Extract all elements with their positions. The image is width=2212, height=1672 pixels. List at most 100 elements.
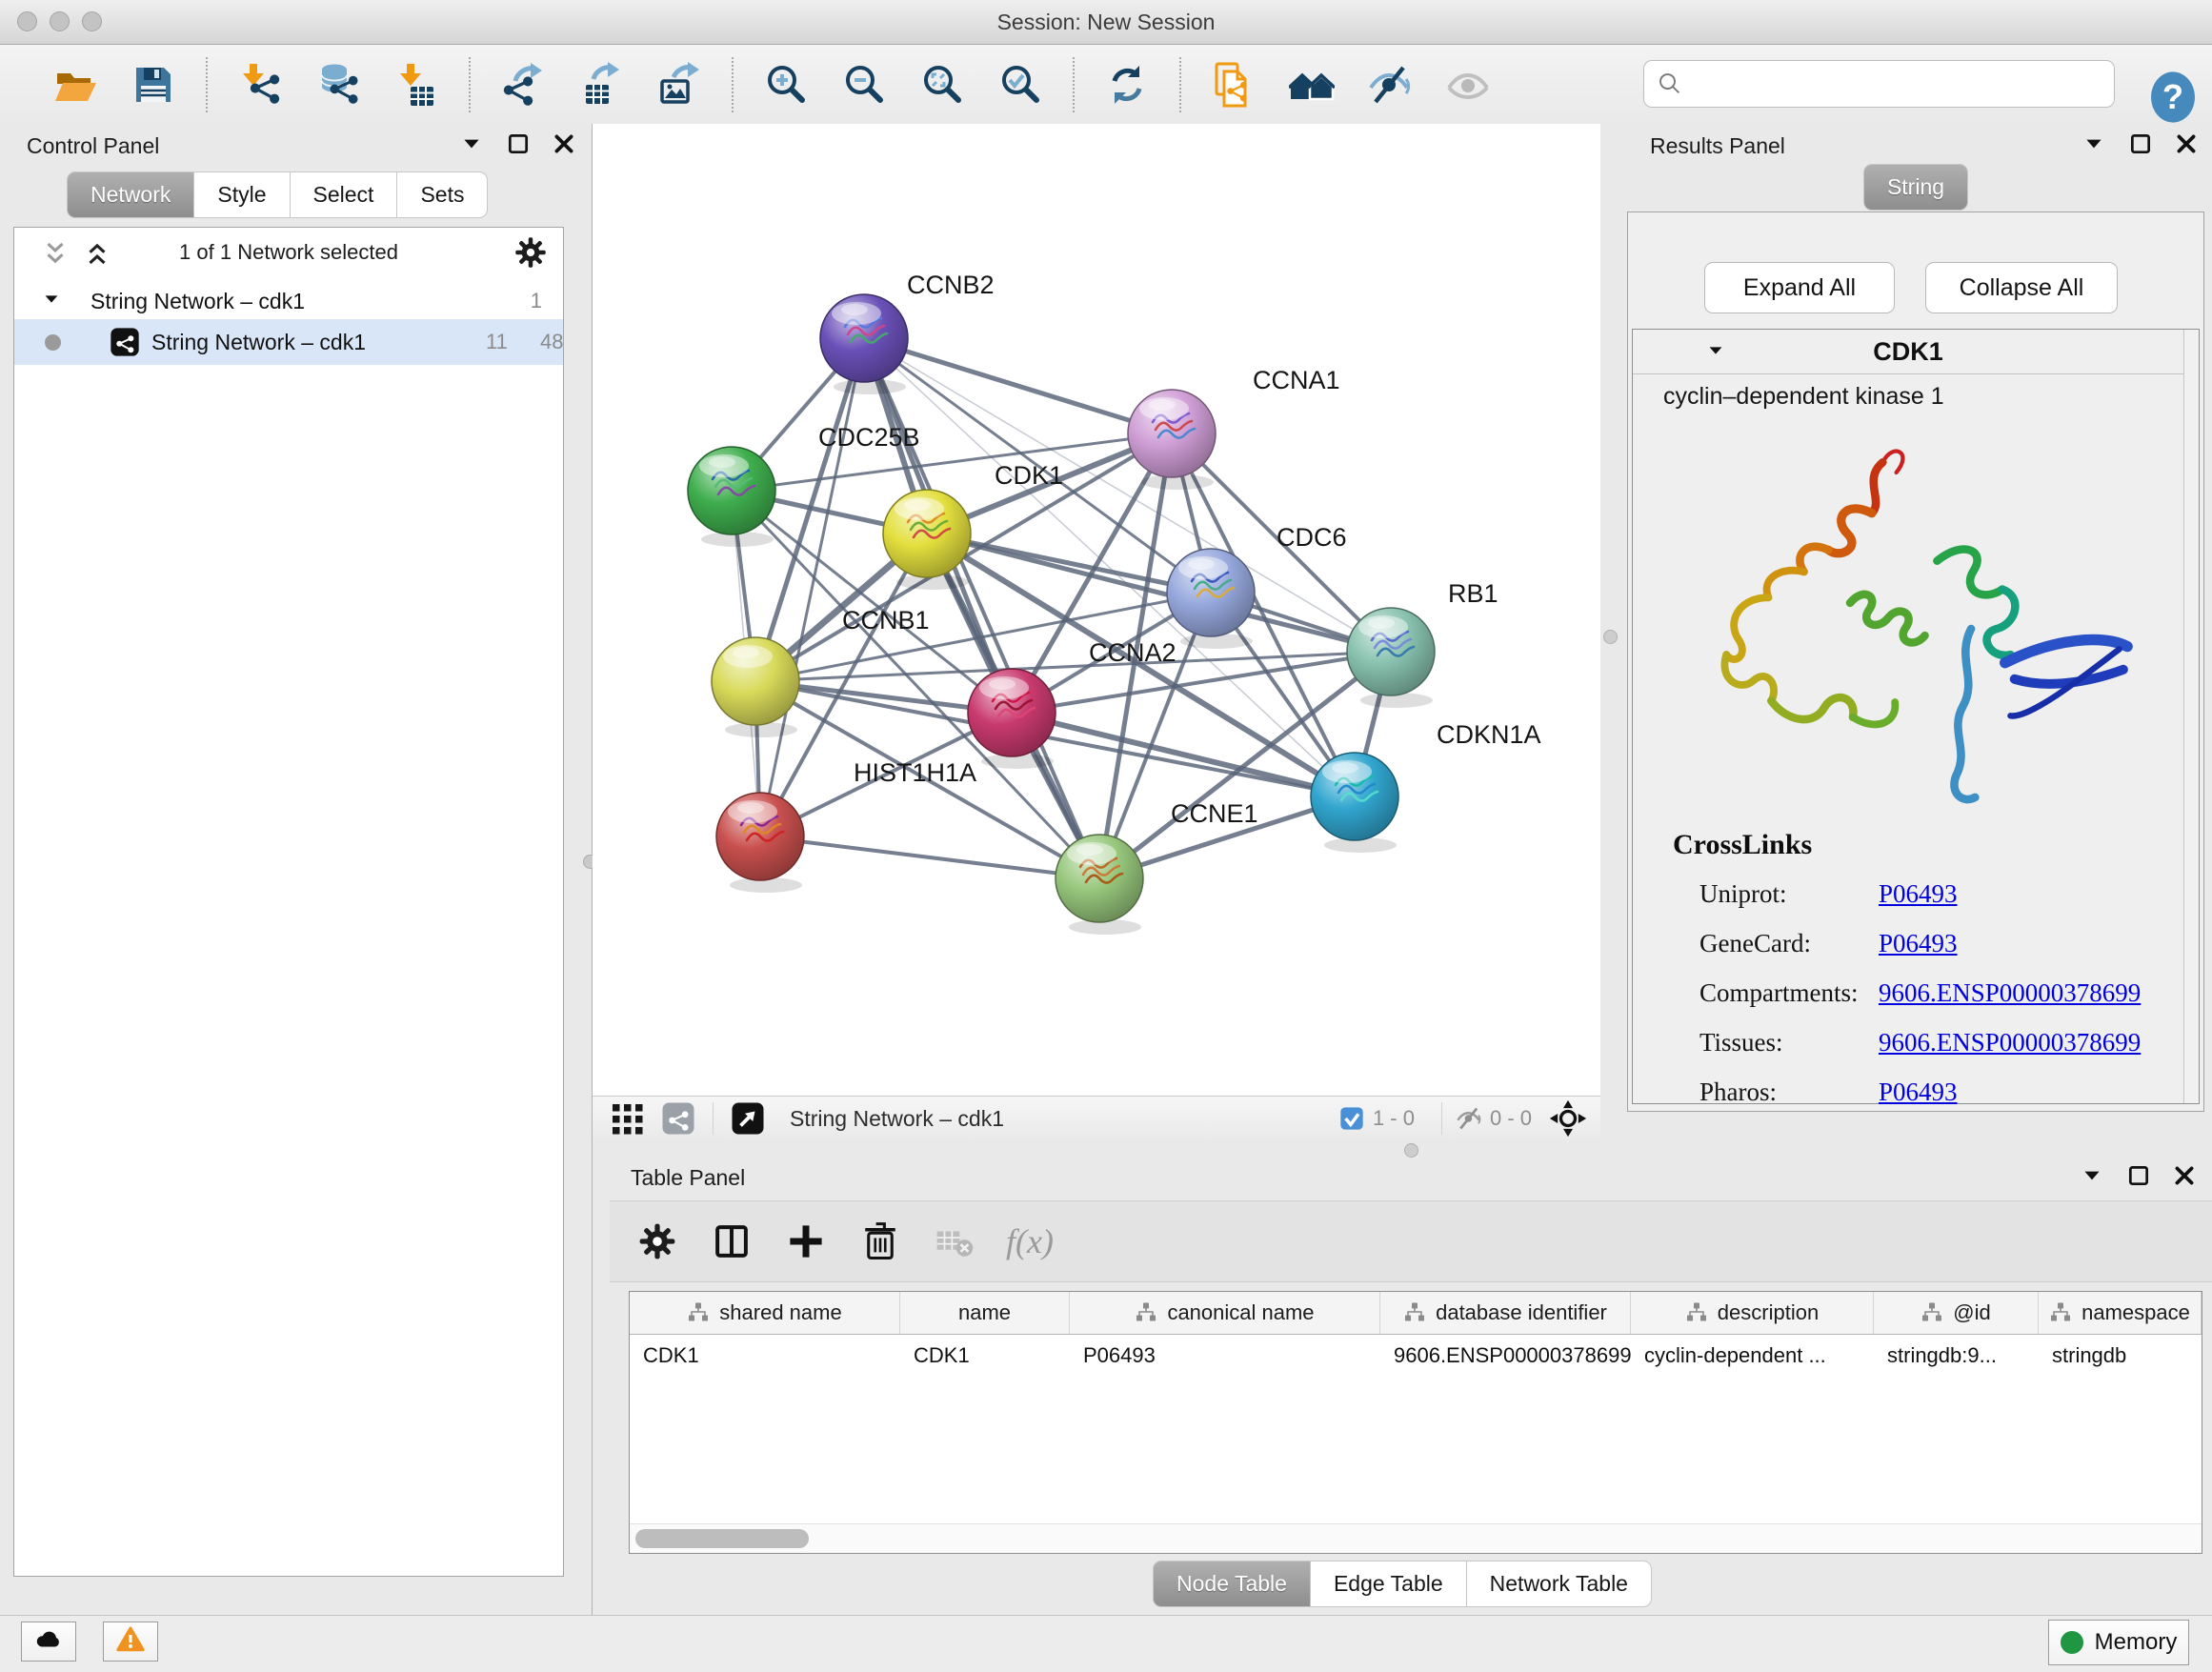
close-panel-icon[interactable] bbox=[2172, 1163, 2197, 1188]
gene-header-row[interactable]: CDK1 bbox=[1633, 330, 2183, 374]
search-box[interactable] bbox=[1643, 60, 2115, 108]
memory-button[interactable]: Memory bbox=[2048, 1620, 2189, 1665]
crosslink-row: Pharos:P06493 bbox=[1699, 1067, 2170, 1117]
float-panel-icon[interactable] bbox=[2128, 131, 2153, 156]
column-header-namespace[interactable]: namespace bbox=[2039, 1292, 2202, 1334]
import-network-from-database-button[interactable] bbox=[309, 55, 368, 114]
collapse-all-button[interactable]: Collapse All bbox=[1925, 262, 2118, 313]
network-node-CCNB2[interactable] bbox=[820, 294, 908, 394]
zoom-selected-button[interactable] bbox=[991, 55, 1050, 114]
selected-checkbox-icon[interactable] bbox=[1338, 1105, 1365, 1132]
column-header-database-identifier[interactable]: database identifier bbox=[1380, 1292, 1631, 1334]
show-all-button[interactable] bbox=[1438, 55, 1498, 114]
tab-sets[interactable]: Sets bbox=[396, 171, 488, 218]
clone-network-button[interactable] bbox=[1204, 55, 1263, 114]
network-label: String Network – cdk1 bbox=[151, 319, 366, 365]
crosslink-link[interactable]: P06493 bbox=[1879, 879, 1958, 908]
table-cell[interactable]: stringdb bbox=[2039, 1335, 2202, 1377]
export-network-button[interactable] bbox=[493, 55, 553, 114]
network-canvas[interactable]: CCNB2CCNA1CDC25BCDK1CDC6RB1CCNB1CCNA2CDK… bbox=[593, 124, 1600, 1096]
network-badge-icon[interactable] bbox=[661, 1101, 695, 1136]
tab-edge-table[interactable]: Edge Table bbox=[1310, 1561, 1467, 1607]
column-header-shared-name[interactable]: shared name bbox=[630, 1292, 900, 1334]
close-panel-icon[interactable] bbox=[552, 131, 576, 156]
table-hscrollbar[interactable] bbox=[630, 1523, 2202, 1553]
show-columns-button[interactable] bbox=[705, 1215, 758, 1268]
network-view: CCNB2CCNA1CDC25BCDK1CDC6RB1CCNB1CCNA2CDK… bbox=[593, 124, 1600, 1140]
horizontal-splitter[interactable] bbox=[593, 1140, 2212, 1158]
import-table-button[interactable] bbox=[387, 55, 446, 114]
network-node-CDKN1A[interactable] bbox=[1311, 753, 1398, 853]
network-collection-row[interactable]: String Network – cdk1 1 bbox=[14, 283, 563, 319]
delete-column-button[interactable] bbox=[854, 1215, 907, 1268]
hide-selected-button[interactable] bbox=[1360, 55, 1419, 114]
tab-network[interactable]: Network bbox=[67, 171, 194, 218]
vertical-splitter[interactable] bbox=[1600, 124, 1619, 1140]
birdseye-navigator-icon[interactable] bbox=[1549, 1099, 1587, 1138]
tab-style[interactable]: Style bbox=[193, 171, 290, 218]
column-header--id[interactable]: @id bbox=[1874, 1292, 2039, 1334]
cloud-button[interactable] bbox=[21, 1622, 76, 1662]
scrollbar-thumb[interactable] bbox=[635, 1529, 809, 1548]
open-session-button[interactable] bbox=[46, 55, 105, 114]
zoom-fit-content-button[interactable] bbox=[913, 55, 972, 114]
network-node-CDC25B[interactable] bbox=[688, 447, 775, 547]
tab-string[interactable]: String bbox=[1863, 164, 1968, 211]
grid-view-icon[interactable] bbox=[610, 1101, 644, 1136]
string-app-icon bbox=[110, 327, 140, 357]
help-button[interactable]: ? bbox=[2145, 70, 2201, 125]
status-bar: Memory bbox=[0, 1615, 2212, 1672]
table-cell[interactable]: stringdb:9... bbox=[1874, 1335, 2039, 1377]
network-node-RB1[interactable] bbox=[1347, 608, 1435, 708]
memory-status-dot bbox=[2061, 1631, 2083, 1654]
export-image-button[interactable] bbox=[650, 55, 709, 114]
network-node-HIST1H1A[interactable] bbox=[716, 793, 804, 893]
apply-layout-button[interactable] bbox=[1097, 55, 1156, 114]
network-node-CCNA1[interactable] bbox=[1128, 390, 1216, 490]
table-cell[interactable]: CDK1 bbox=[900, 1335, 1070, 1377]
table-cell[interactable]: 9606.ENSP00000378699 bbox=[1380, 1335, 1631, 1377]
detach-view-icon[interactable] bbox=[731, 1101, 765, 1136]
hidden-count: 0 - 0 bbox=[1490, 1106, 1532, 1131]
column-header-name[interactable]: name bbox=[900, 1292, 1070, 1334]
warnings-button[interactable] bbox=[103, 1622, 158, 1662]
network-node-CCNB1[interactable] bbox=[712, 637, 799, 737]
tab-network-table[interactable]: Network Table bbox=[1466, 1561, 1652, 1607]
import-network-button[interactable] bbox=[231, 55, 290, 114]
export-table-button[interactable] bbox=[572, 55, 631, 114]
table-cell[interactable]: cyclin-dependent ... bbox=[1631, 1335, 1874, 1377]
panel-menu-icon[interactable] bbox=[459, 131, 484, 156]
network-row-selected[interactable]: String Network – cdk1 11 48 bbox=[14, 319, 563, 365]
tab-node-table[interactable]: Node Table bbox=[1153, 1561, 1311, 1607]
float-panel-icon[interactable] bbox=[2126, 1163, 2151, 1188]
table-row[interactable]: CDK1CDK1P064939606.ENSP00000378699cyclin… bbox=[630, 1335, 2202, 1377]
float-panel-icon[interactable] bbox=[506, 131, 531, 156]
network-node-CCNE1[interactable] bbox=[1056, 835, 1143, 935]
control-panel: Control Panel NetworkStyleSelectSets 1 o… bbox=[0, 124, 593, 1615]
crosslink-link[interactable]: P06493 bbox=[1879, 1078, 1958, 1106]
network-options-gear-icon[interactable] bbox=[513, 235, 548, 270]
collection-expander-icon[interactable] bbox=[41, 289, 64, 312]
table-cell[interactable]: P06493 bbox=[1070, 1335, 1380, 1377]
add-column-button[interactable] bbox=[779, 1215, 833, 1268]
panel-menu-icon[interactable] bbox=[2081, 131, 2106, 156]
delete-table-button[interactable] bbox=[928, 1215, 981, 1268]
zoom-out-button[interactable] bbox=[835, 55, 894, 114]
results-scrollbar[interactable] bbox=[2183, 330, 2199, 1103]
panel-menu-icon[interactable] bbox=[2080, 1163, 2104, 1188]
tab-select[interactable]: Select bbox=[290, 171, 398, 218]
crosslink-link[interactable]: 9606.ENSP00000378699 bbox=[1879, 1028, 2141, 1057]
crosslink-link[interactable]: 9606.ENSP00000378699 bbox=[1879, 978, 2141, 1007]
close-panel-icon[interactable] bbox=[2174, 131, 2199, 156]
search-input[interactable] bbox=[1692, 64, 2114, 104]
save-session-button[interactable] bbox=[124, 55, 183, 114]
function-builder-button[interactable]: f(x) bbox=[1006, 1221, 1054, 1261]
table-settings-button[interactable] bbox=[631, 1215, 684, 1268]
expand-all-button[interactable]: Expand All bbox=[1704, 262, 1895, 313]
table-cell[interactable]: CDK1 bbox=[630, 1335, 900, 1377]
column-header-canonical-name[interactable]: canonical name bbox=[1070, 1292, 1380, 1334]
first-neighbors-button[interactable] bbox=[1282, 55, 1341, 114]
column-header-description[interactable]: description bbox=[1631, 1292, 1874, 1334]
zoom-in-button[interactable] bbox=[756, 55, 815, 114]
crosslink-link[interactable]: P06493 bbox=[1879, 929, 1958, 957]
